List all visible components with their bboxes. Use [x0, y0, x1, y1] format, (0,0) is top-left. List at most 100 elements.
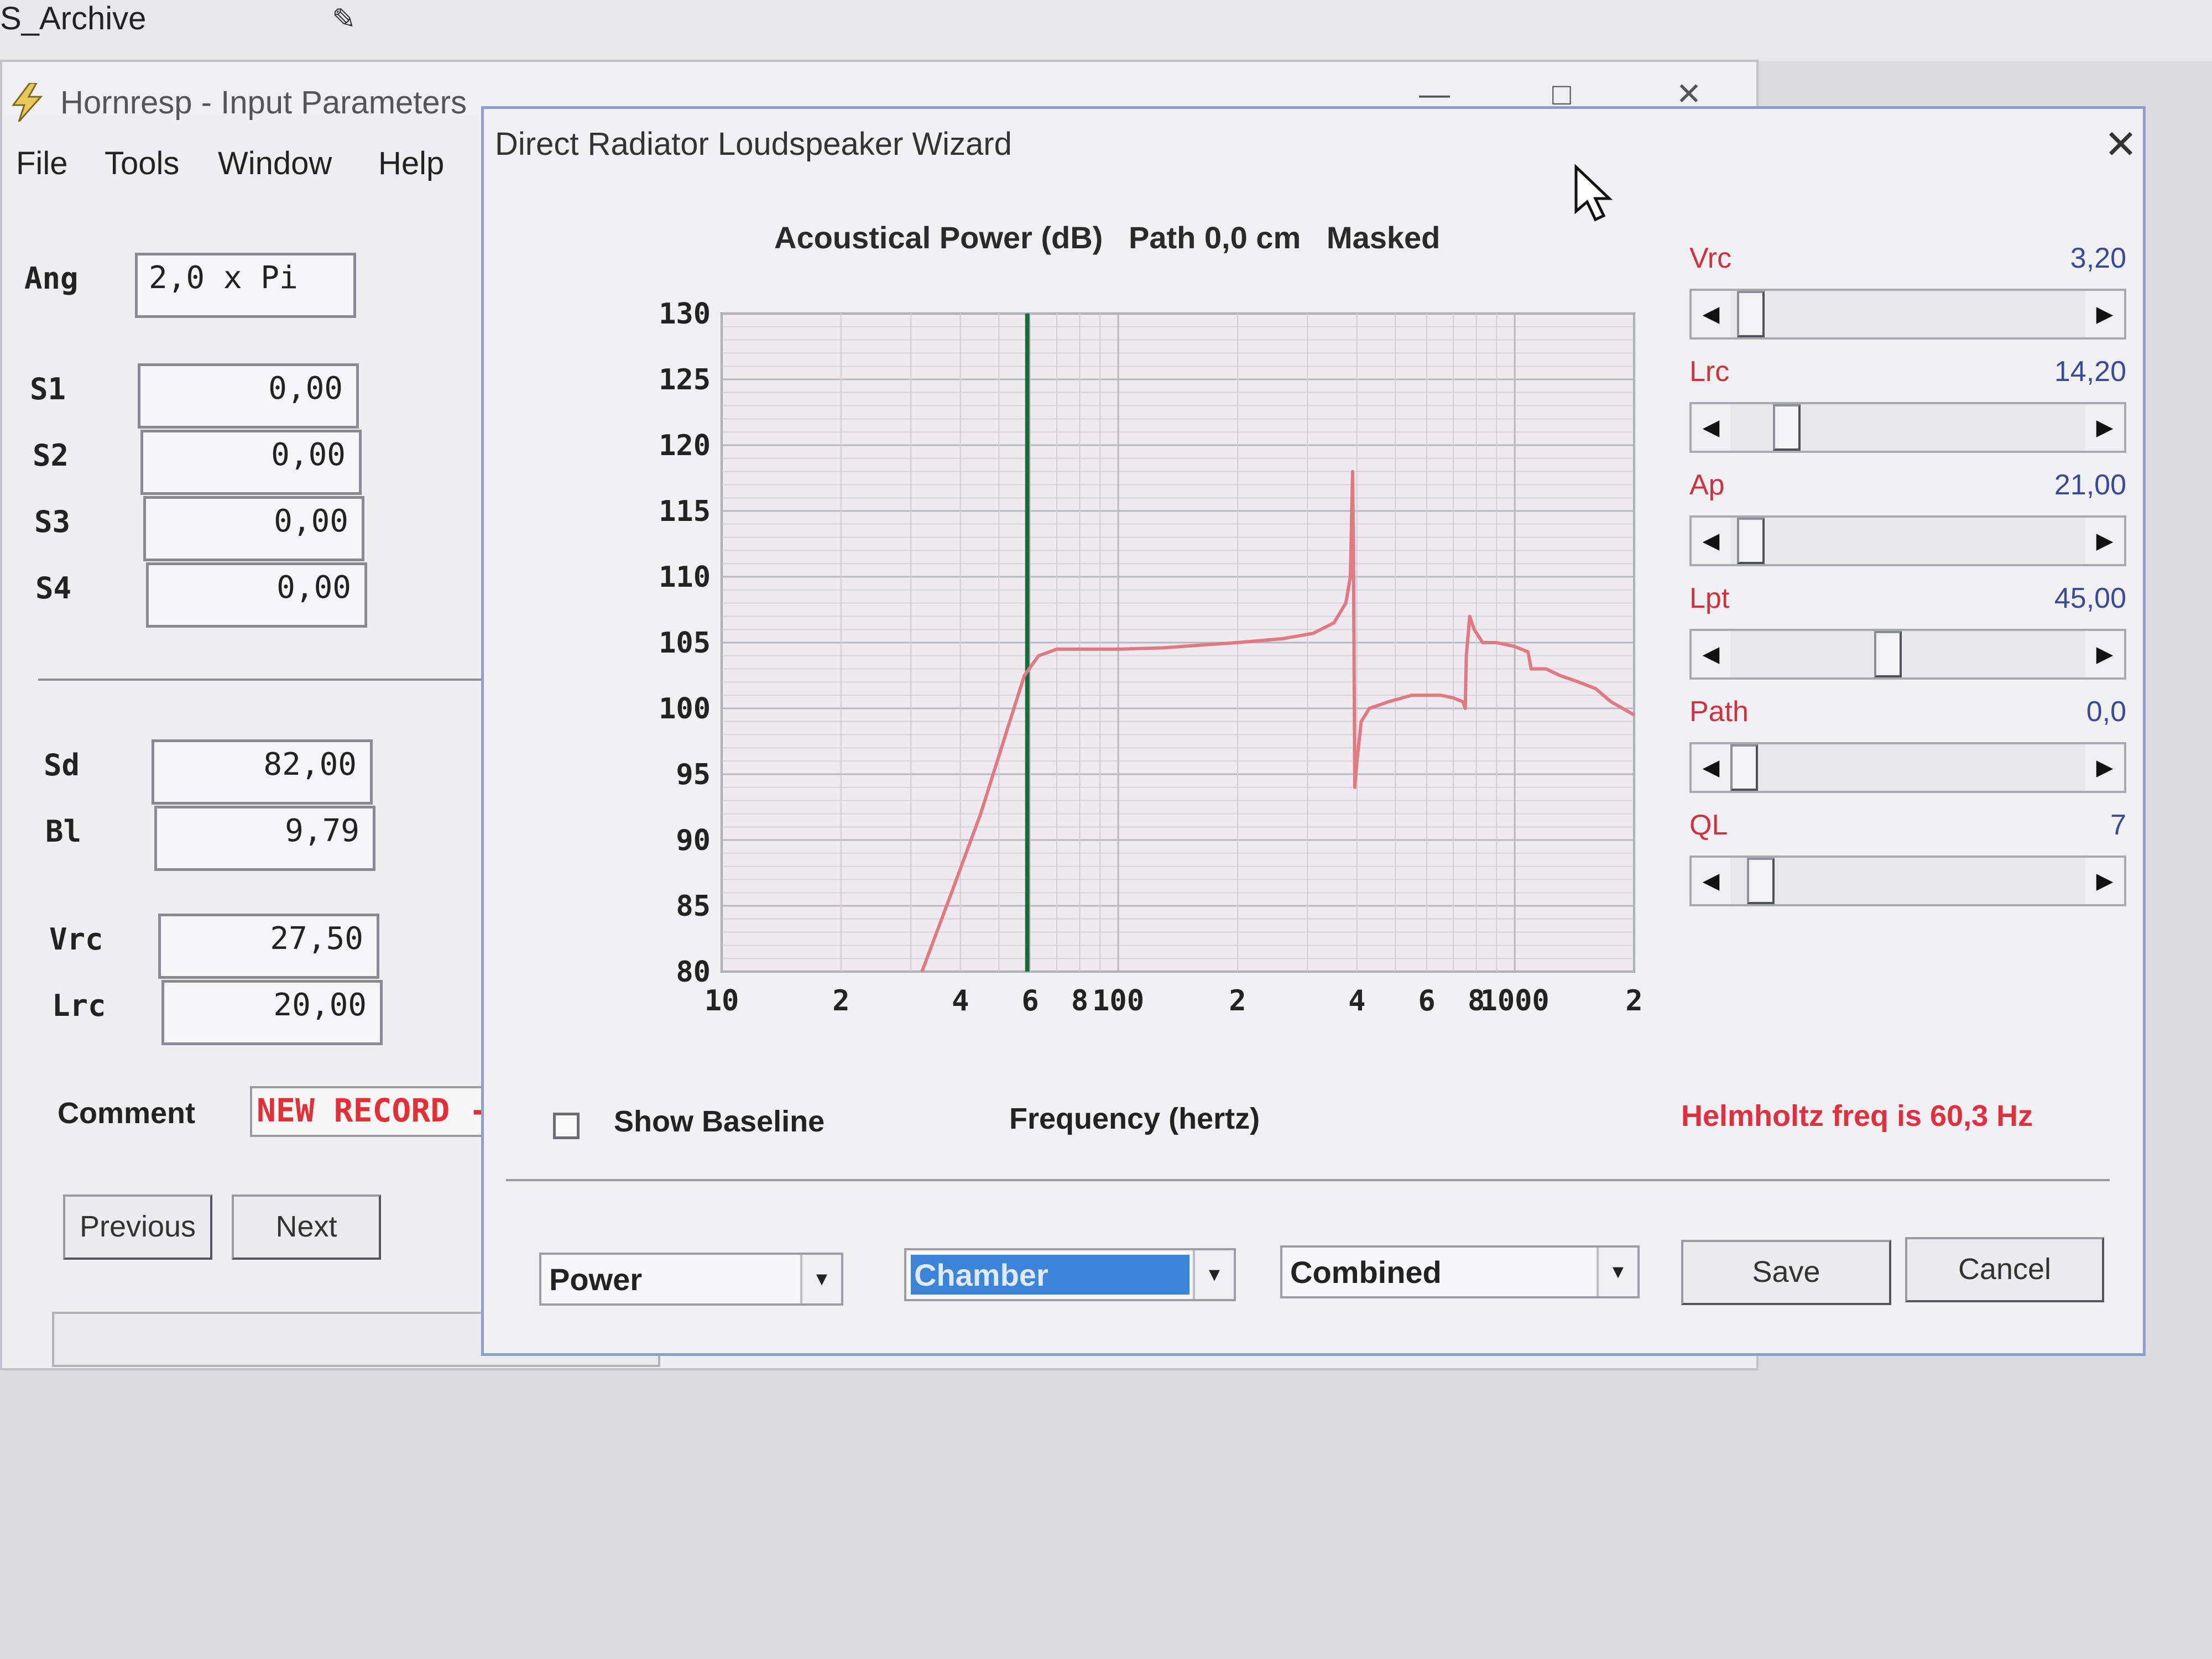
y-tick-label: 110	[659, 561, 711, 594]
arrow-right-icon[interactable]: ▶	[2085, 404, 2124, 451]
y-tick-label: 120	[659, 429, 711, 462]
show-baseline-checkbox[interactable]	[553, 1113, 580, 1139]
menu-file[interactable]: File	[16, 145, 67, 182]
param-field-s3[interactable]: 0,00	[143, 496, 364, 561]
chart-title: Acoustical Power (dB) Path 0,0 cm Masked	[774, 220, 1441, 255]
param-field-bl[interactable]: 9,79	[154, 806, 375, 871]
x-tick-label: 6	[1418, 984, 1435, 1018]
y-tick-label: 95	[676, 758, 711, 791]
y-tick-label: 105	[659, 627, 711, 660]
arrow-right-icon[interactable]: ▶	[2085, 631, 2124, 677]
param-field-vrc[interactable]: 27,50	[158, 914, 379, 979]
main-title: Hornresp - Input Parameters	[60, 85, 467, 121]
section-divider	[38, 679, 503, 681]
slider-lrc[interactable]: ◀ ▶	[1689, 402, 2126, 453]
menu-bar: File Tools Window Help	[2, 145, 500, 189]
arrow-left-icon[interactable]: ◀	[1692, 631, 1730, 677]
param-field-s4[interactable]: 0,00	[146, 562, 367, 628]
param-field-s1[interactable]: 0,00	[138, 363, 359, 429]
wizard-title: Direct Radiator Loudspeaker Wizard	[495, 126, 1012, 162]
slider-value-ap: 21,00	[2054, 469, 2126, 501]
param-field-sd[interactable]: 82,00	[152, 739, 373, 805]
next-button[interactable]: Next	[232, 1194, 381, 1260]
slider-label-lpt: Lpt	[1689, 582, 1730, 614]
x-tick-label: 4	[1348, 984, 1365, 1018]
param-field-ang[interactable]: 2,0 x Pi	[135, 253, 356, 318]
x-tick-label: 10	[705, 984, 739, 1018]
helmholtz-label: Helmholtz freq is 60,3 Hz	[1681, 1099, 2033, 1133]
chevron-down-icon[interactable]: ▼	[800, 1255, 841, 1303]
slider-lpt[interactable]: ◀ ▶	[1689, 629, 2126, 680]
arrow-left-icon[interactable]: ◀	[1692, 291, 1730, 337]
y-tick-label: 115	[659, 495, 711, 528]
slider-thumb[interactable]	[1736, 518, 1765, 564]
combined-select[interactable]: Combined ▼	[1280, 1245, 1640, 1298]
slider-ap[interactable]: ◀ ▶	[1689, 515, 2126, 566]
arrow-right-icon[interactable]: ▶	[2085, 744, 2124, 791]
slider-label-ap: Ap	[1689, 469, 1725, 501]
y-tick-label: 100	[659, 692, 711, 726]
maximize-button[interactable]: □	[1540, 77, 1584, 111]
power-select[interactable]: Power ▼	[539, 1253, 843, 1306]
menu-tools[interactable]: Tools	[105, 145, 179, 182]
chevron-down-icon[interactable]: ▼	[1193, 1250, 1234, 1299]
slider-thumb[interactable]	[1730, 744, 1758, 791]
x-axis-label: Frequency (hertz)	[1009, 1102, 1260, 1135]
slider-value-lpt: 45,00	[2054, 582, 2126, 614]
param-label-vrc: Vrc	[49, 922, 103, 957]
slider-label-lrc: Lrc	[1689, 356, 1730, 388]
slider-label-path: Path	[1689, 696, 1749, 728]
param-label-bl: Bl	[45, 814, 82, 849]
comment-field[interactable]: NEW RECORD -	[250, 1086, 515, 1137]
arrow-right-icon[interactable]: ▶	[2085, 518, 2124, 564]
arrow-left-icon[interactable]: ◀	[1692, 518, 1730, 564]
chamber-select[interactable]: Chamber ▼	[904, 1248, 1236, 1301]
slider-value-vrc: 3,20	[2070, 242, 2126, 274]
param-label-ang: Ang	[24, 261, 79, 296]
param-label-lrc: Lrc	[52, 988, 106, 1023]
slider-value-ql: 7	[2110, 809, 2126, 841]
arrow-right-icon[interactable]: ▶	[2085, 291, 2124, 337]
slider-thumb[interactable]	[1874, 631, 1902, 677]
wizard-dialog: Direct Radiator Loudspeaker Wizard ✕ Aco…	[481, 106, 2146, 1356]
chevron-down-icon[interactable]: ▼	[1597, 1248, 1637, 1296]
slider-vrc[interactable]: ◀ ▶	[1689, 289, 2126, 340]
param-label-s2: S2	[33, 438, 69, 473]
param-field-s2[interactable]: 0,00	[140, 430, 362, 495]
pin-icon[interactable]: ✎	[332, 3, 359, 35]
arrow-right-icon[interactable]: ▶	[2085, 858, 2124, 904]
slider-ql[interactable]: ◀ ▶	[1689, 855, 2126, 906]
arrow-left-icon[interactable]: ◀	[1692, 744, 1730, 791]
cancel-button[interactable]: Cancel	[1905, 1237, 2104, 1302]
x-tick-label: 4	[952, 984, 969, 1018]
bolt-icon	[12, 83, 43, 122]
param-label-sd: Sd	[44, 748, 80, 782]
slider-thumb[interactable]	[1772, 404, 1801, 451]
combined-select-value: Combined	[1290, 1255, 1442, 1290]
response-chart: 8085909510010511011512012513010 2 4 6 8 100 2 4…	[659, 298, 1643, 1018]
power-select-value: Power	[549, 1262, 643, 1297]
y-tick-label: 85	[676, 890, 711, 923]
slider-label-vrc: Vrc	[1689, 242, 1732, 274]
slider-label-ql: QL	[1689, 809, 1728, 841]
wizard-close-button[interactable]: ✕	[2099, 121, 2143, 167]
slider-path[interactable]: ◀ ▶	[1689, 742, 2126, 793]
main-close-button[interactable]: ✕	[1667, 77, 1711, 111]
x-tick-label: 6	[1021, 984, 1039, 1018]
param-field-lrc[interactable]: 20,00	[161, 980, 383, 1045]
y-tick-label: 125	[659, 363, 711, 397]
save-button[interactable]: Save	[1681, 1240, 1891, 1305]
slider-thumb[interactable]	[1736, 291, 1765, 337]
slider-thumb[interactable]	[1746, 858, 1775, 904]
minimize-button[interactable]: —	[1412, 77, 1457, 111]
menu-window[interactable]: Window	[218, 145, 332, 182]
param-label-s3: S3	[34, 504, 71, 539]
menu-help[interactable]: Help	[378, 145, 444, 182]
x-tick-label: 2	[1229, 984, 1246, 1018]
arrow-left-icon[interactable]: ◀	[1692, 858, 1730, 904]
arrow-left-icon[interactable]: ◀	[1692, 404, 1730, 451]
x-tick-label: 2	[832, 984, 849, 1018]
slider-value-lrc: 14,20	[2054, 356, 2126, 388]
previous-button[interactable]: Previous	[63, 1194, 212, 1260]
show-baseline-label: Show Baseline	[614, 1105, 825, 1138]
